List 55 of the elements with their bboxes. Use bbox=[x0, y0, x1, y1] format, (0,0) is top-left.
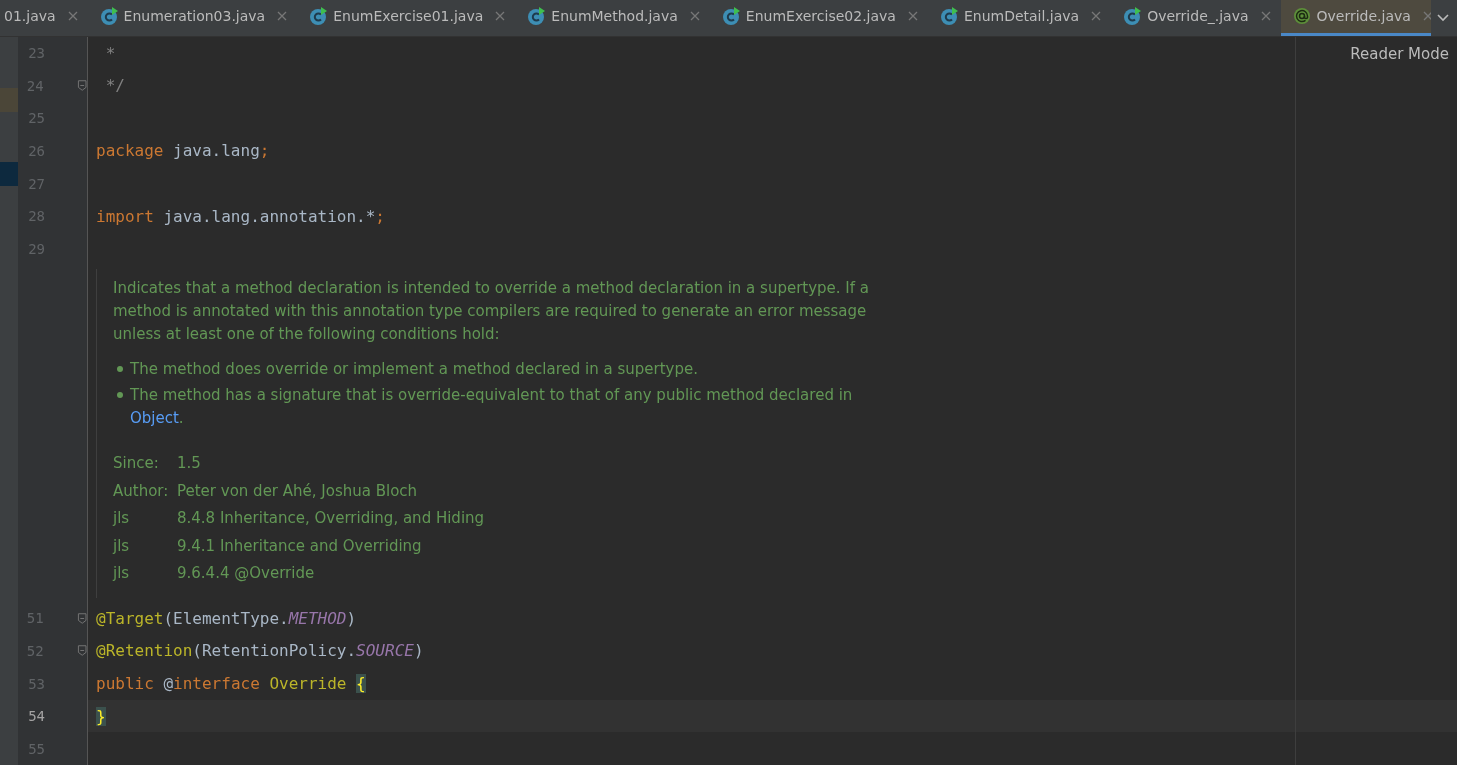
doc-tag-label: jls bbox=[113, 508, 131, 530]
bullet-icon bbox=[117, 392, 123, 399]
code-line: * bbox=[104, 43, 116, 63]
code-line: public @interface Override { bbox=[96, 674, 366, 693]
highlight-marker bbox=[0, 161, 18, 186]
editor-tab[interactable]: EnumDetail.java bbox=[927, 0, 1112, 36]
fold-icon bbox=[76, 644, 87, 658]
editor-tab[interactable]: EnumExercise02.java bbox=[709, 0, 928, 36]
doc-tag-label: Author: bbox=[113, 480, 170, 502]
code-line: import java.lang.annotation.*; bbox=[96, 206, 385, 226]
code-line: package java.lang; bbox=[96, 141, 270, 161]
doc-tag-label: jls bbox=[113, 535, 131, 557]
class-file-icon bbox=[527, 7, 546, 26]
editor-tab[interactable]: Override_.java bbox=[1111, 0, 1281, 36]
editor-tab[interactable]: EnumExercise01.java bbox=[297, 0, 516, 36]
editor-tab[interactable]: 01.java bbox=[0, 0, 88, 36]
fold-icon bbox=[76, 611, 87, 625]
doc-tag-value: 9.4.1 Inheritance and Overriding bbox=[177, 535, 423, 557]
line-number: 54 bbox=[27, 708, 45, 725]
doc-tag-value: 9.6.4.4 @Override bbox=[177, 563, 316, 585]
doc-list-item: The method has a signature that is override-equivalent to that of any public method declared in Object. bbox=[130, 385, 854, 430]
doc-paragraph: Indicates that a method declaration is intended to override a method declaration in a supertype. If a method is annotated with this annotation type compilers are required to generate an error message unless at least one of the following conditions hold: bbox=[113, 278, 871, 346]
doc-link[interactable]: Object bbox=[130, 409, 179, 428]
doc-tag-value: Peter von der Ahé, Joshua Bloch bbox=[177, 480, 419, 502]
editor-tab[interactable]: Override.java bbox=[1280, 0, 1431, 36]
bullet-icon bbox=[117, 366, 123, 373]
close-icon[interactable] bbox=[67, 11, 78, 22]
code-editor[interactable] bbox=[18, 36, 1457, 765]
code-line: @Retention(RetentionPolicy.SOURCE) bbox=[96, 641, 424, 661]
close-icon[interactable] bbox=[495, 11, 506, 22]
code-line: */ bbox=[104, 76, 125, 96]
fold-icon bbox=[76, 79, 87, 93]
close-icon[interactable] bbox=[907, 11, 918, 22]
class-file-icon bbox=[721, 7, 740, 26]
reader-mode-link[interactable]: Reader Mode bbox=[1350, 44, 1449, 63]
doc-tag-value: 1.5 bbox=[177, 453, 202, 475]
close-icon[interactable] bbox=[1260, 11, 1271, 22]
class-file-icon bbox=[99, 7, 118, 26]
doc-tag-label: jls bbox=[113, 563, 131, 585]
doc-tag-label: Since: bbox=[113, 453, 160, 475]
editor-tab[interactable]: Enumeration03.java bbox=[87, 0, 298, 36]
class-file-icon bbox=[1123, 7, 1142, 26]
chevron-down-icon[interactable] bbox=[1437, 13, 1449, 22]
close-icon[interactable] bbox=[689, 11, 700, 22]
class-file-icon bbox=[309, 7, 328, 26]
close-icon[interactable] bbox=[1091, 11, 1102, 22]
annotation-file-icon bbox=[1292, 7, 1311, 26]
class-file-icon bbox=[939, 7, 958, 26]
close-icon[interactable] bbox=[277, 11, 288, 22]
doc-tag-value: 8.4.8 Inheritance, Overriding, and Hiding bbox=[177, 508, 485, 530]
code-line: @Target(ElementType.METHOD) bbox=[96, 608, 357, 628]
doc-list-item: The method does override or implement a method declared in a supertype. bbox=[130, 359, 698, 381]
close-icon[interactable] bbox=[1422, 11, 1431, 22]
highlight-marker bbox=[0, 87, 18, 112]
editor-tab[interactable]: EnumMethod.java bbox=[515, 0, 710, 36]
